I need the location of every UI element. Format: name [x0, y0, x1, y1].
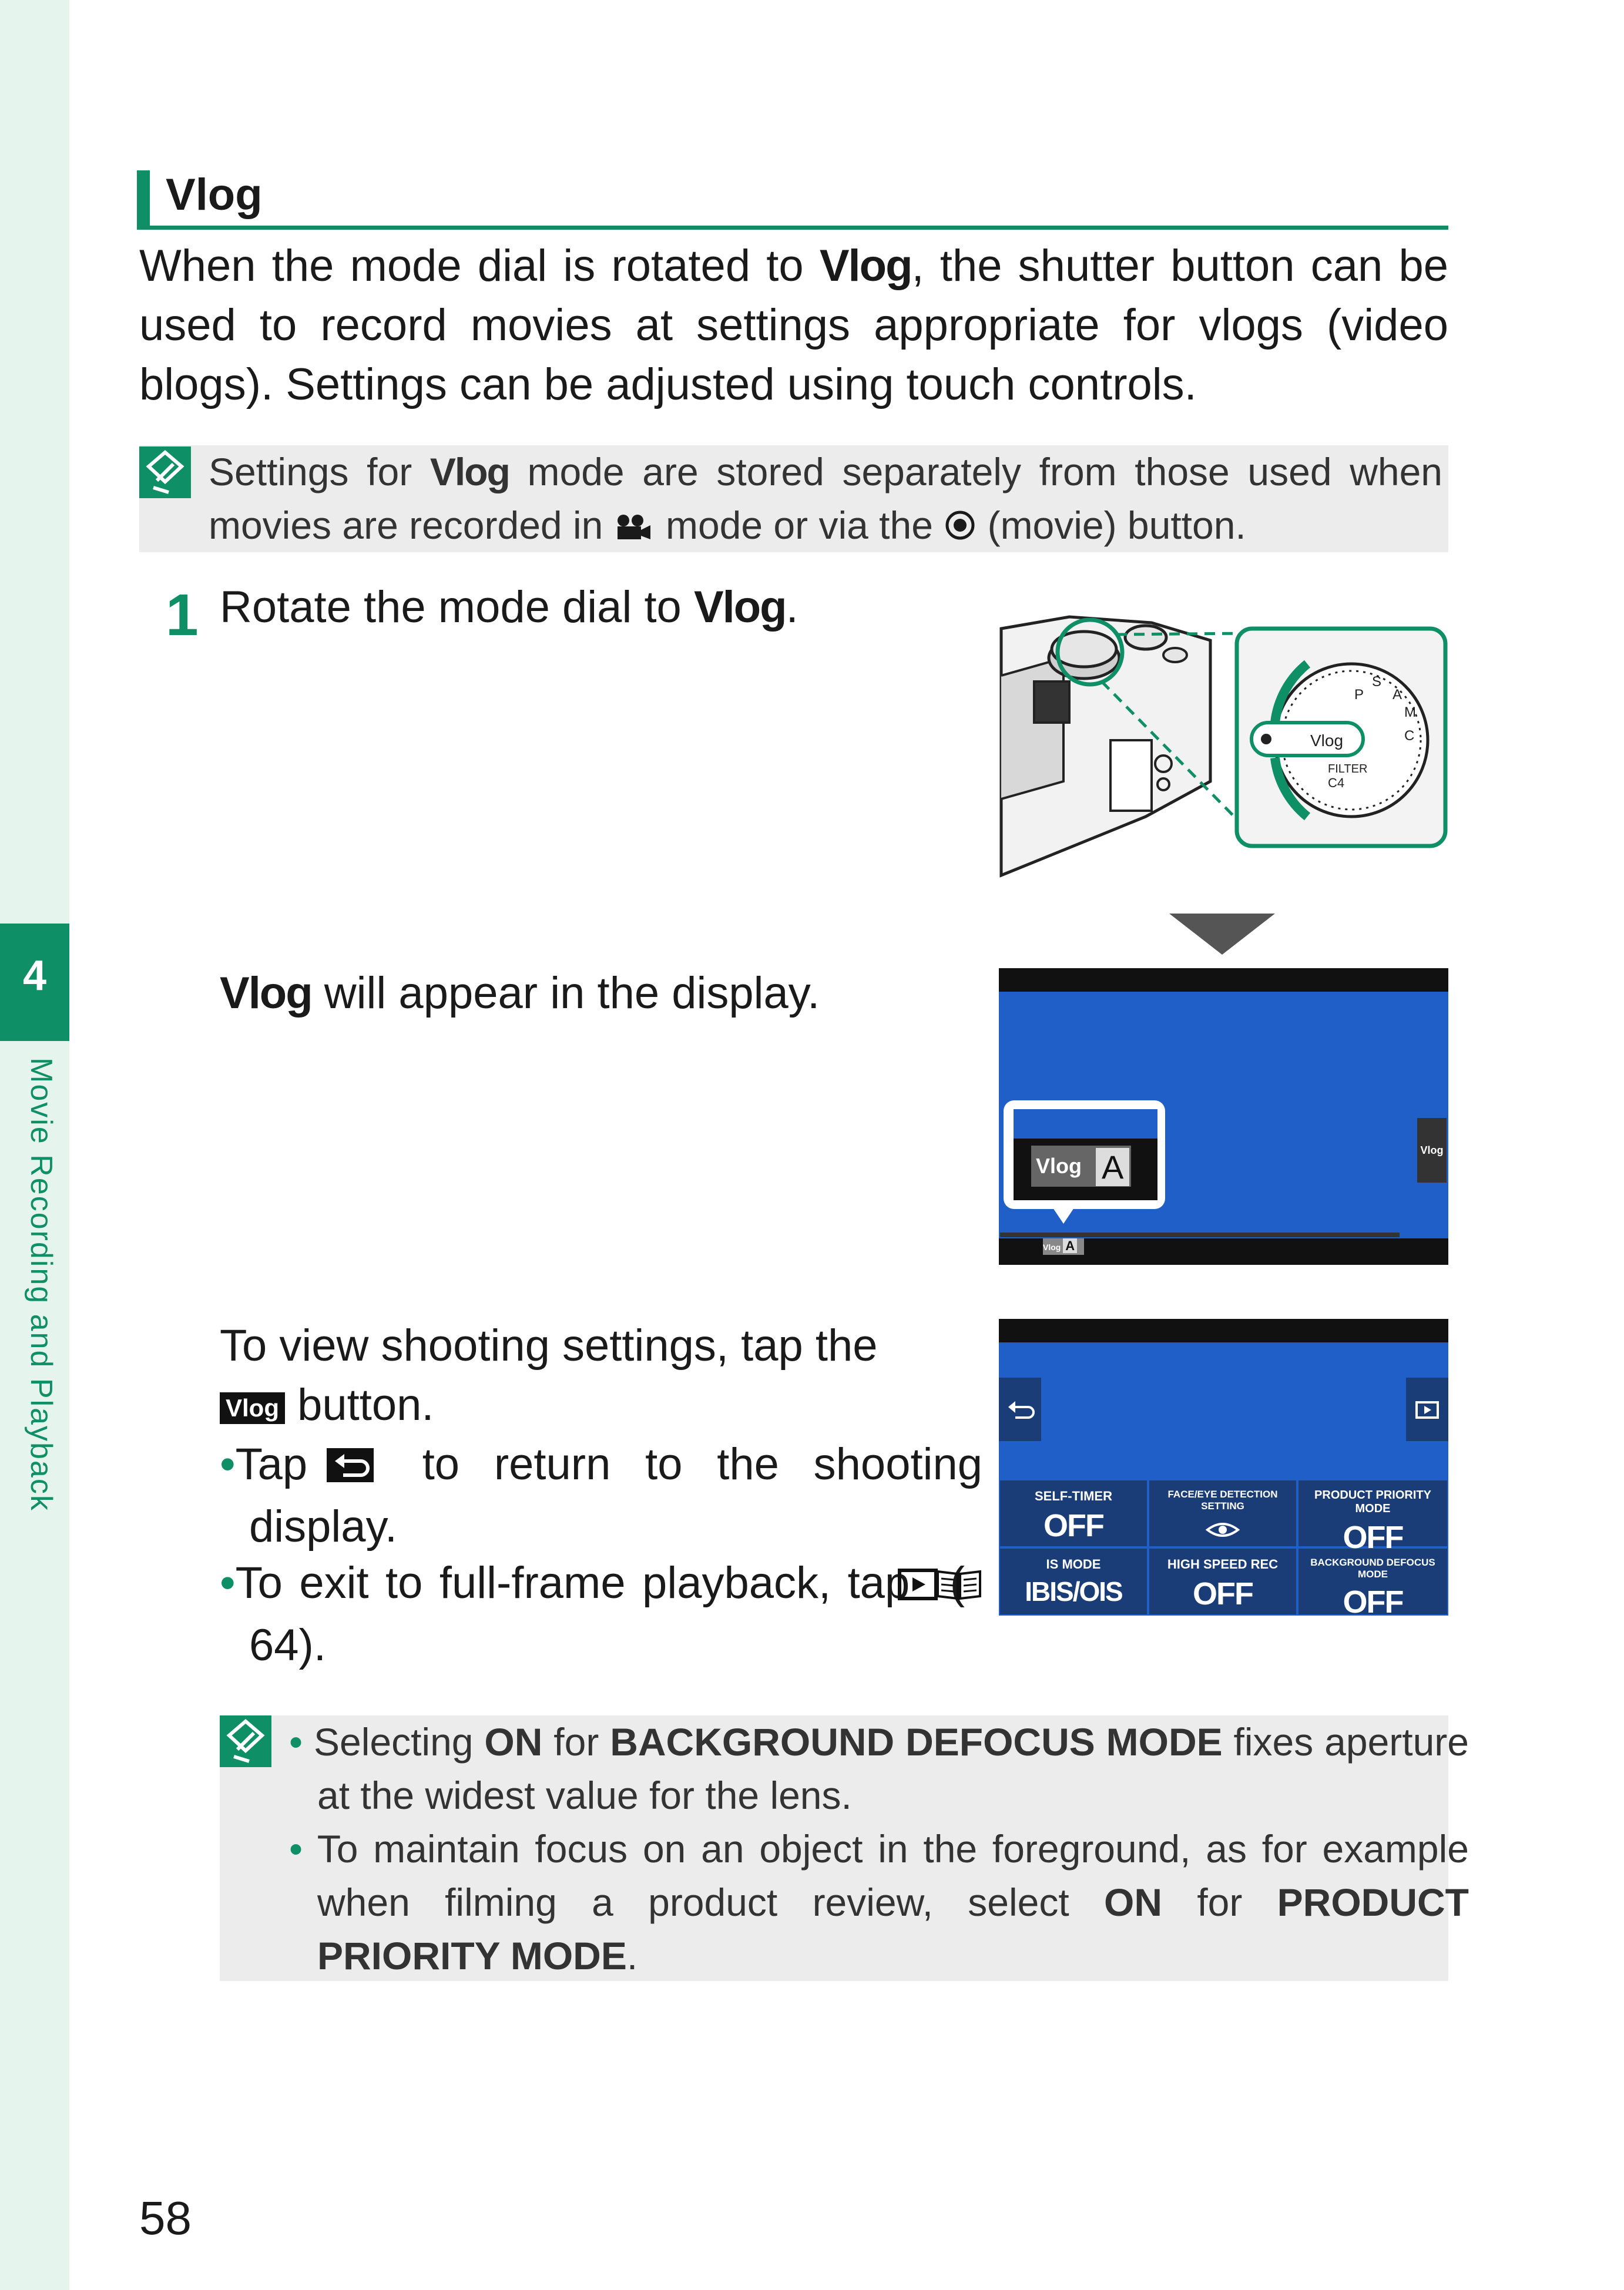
callout-mode-letter: A [1096, 1148, 1130, 1186]
vlog-word: Vlog [819, 241, 913, 291]
record-button-icon [944, 502, 977, 555]
vlog-button-icon: Vlog [220, 1392, 285, 1424]
tile-title: FACE/EYE DETECTION SETTING [1167, 1489, 1278, 1512]
view-button-word: button. [285, 1380, 434, 1430]
intro-paragraph: When the mode dial is rotated to Vlog, t… [139, 236, 1448, 414]
bullet-1-part-a: Tap [235, 1439, 308, 1489]
tile-value: IBIS/OIS [1025, 1576, 1123, 1607]
tile-is-mode[interactable]: IS MODE IBIS/OIS [1000, 1549, 1147, 1614]
note-2-b2-part3: . [626, 1934, 638, 1977]
header-rule [137, 226, 1448, 230]
note-2-b1-on: ON [484, 1720, 543, 1764]
note-box-1: Settings for Vlog mode are stored separa… [139, 445, 1448, 552]
note-2-b1-part1: Selecting [314, 1720, 485, 1764]
step-1-part2: . [786, 582, 798, 632]
small-vlog-text: Vlog [1043, 1243, 1061, 1252]
note-2-b1-part2: for [542, 1720, 610, 1764]
back-icon [326, 1438, 374, 1497]
small-vlog-badge: Vlog A [1043, 1238, 1084, 1255]
note-icon [220, 1715, 271, 1767]
book-icon [937, 1556, 982, 1616]
display-bottom-bar [1000, 1233, 1400, 1237]
note-1-text: Settings for Vlog mode are stored separa… [209, 445, 1442, 555]
movie-mode-icon [614, 502, 655, 555]
vlog-word: Vlog [693, 582, 787, 632]
note-icon [139, 446, 191, 498]
tile-value: OFF [1193, 1576, 1254, 1611]
small-mode-letter: A [1063, 1238, 1078, 1253]
note-1-part4: (movie) button. [977, 503, 1246, 547]
page-number: 58 [139, 2192, 192, 2244]
camera-dial-illustration: Vlog P S A M C C4 FILTER [999, 605, 1451, 887]
svg-text:FILTER: FILTER [1328, 763, 1367, 775]
svg-text:C4: C4 [1328, 775, 1344, 790]
settings-screen: SELF-TIMER OFF FACE/EYE DETECTION SETTING… [999, 1319, 1448, 1620]
intro-text-1: When the mode dial is rotated to [139, 241, 820, 291]
svg-text:P: P [1354, 687, 1364, 703]
vlog-side-button[interactable]: Vlog [1417, 1118, 1447, 1183]
tile-title: HIGH SPEED REC [1167, 1557, 1279, 1572]
svg-text:M: M [1404, 704, 1416, 720]
callout-vlog-text: Vlog [1036, 1154, 1082, 1178]
note-1-part1: Settings for [209, 450, 430, 493]
tile-background-defocus-mode[interactable]: BACKGROUND DEFOCUS MODE OFF [1298, 1549, 1447, 1620]
vlog-word: Vlog [220, 968, 313, 1018]
tile-value: OFF [1343, 1584, 1404, 1620]
playback-button[interactable] [1406, 1378, 1448, 1441]
tile-title: BACKGROUND DEFOCUS MODE [1310, 1557, 1435, 1580]
note-2-bullet-2: • To maintain focus on an object in the … [289, 1827, 1469, 1977]
note-2-bullet-1: • Selecting ON for BACKGROUND DEFOCUS MO… [289, 1720, 1469, 1817]
note-box-2: • Selecting ON for BACKGROUND DEFOCUS MO… [220, 1715, 1469, 1981]
bullet-2-part-a: To exit to full-frame playback, tap [235, 1558, 910, 1608]
step-number: 1 [166, 582, 199, 648]
back-button[interactable] [999, 1378, 1041, 1441]
svg-text:S: S [1372, 674, 1381, 690]
header-accent-bar [137, 170, 150, 229]
note-2-b2-part2: for [1162, 1881, 1277, 1924]
note-1-part3: mode or via the [655, 503, 944, 547]
note-2-b1-mode: BACKGROUND DEFOCUS MODE [610, 1720, 1223, 1764]
view-settings-text: To view shooting settings, tap the Vlog … [220, 1316, 982, 1435]
tile-product-priority-mode[interactable]: PRODUCT PRIORITY MODE OFF [1298, 1480, 1447, 1555]
view-line: To view shooting settings, tap the [220, 1321, 878, 1371]
bullet-2: •To exit to full-frame playback, tap ( 6… [220, 1553, 982, 1675]
appear-sentence: will appear in the display. [311, 968, 820, 1018]
chapter-label: Movie Recording and Playback [24, 1057, 58, 1512]
step-1-text: Rotate the mode dial to Vlog. [220, 582, 798, 633]
svg-text:A: A [1393, 687, 1402, 703]
tile-title: PRODUCT PRIORITY MODE [1314, 1489, 1431, 1515]
display-screen: Vlog Vlog A Vlog A [999, 968, 1448, 1265]
down-arrow-icon [1169, 914, 1275, 955]
tile-high-speed-rec[interactable]: HIGH SPEED REC OFF [1149, 1549, 1296, 1614]
step-1-part1: Rotate the mode dial to [220, 582, 694, 632]
note-2-b2-on: ON [1104, 1881, 1163, 1924]
tile-self-timer[interactable]: SELF-TIMER OFF [1000, 1480, 1147, 1546]
tile-title: SELF-TIMER [1035, 1489, 1112, 1503]
tile-value: OFF [1043, 1508, 1105, 1543]
callout-vlog-badge: Vlog A [1031, 1146, 1131, 1187]
bullet-2-part-b: 64). [249, 1620, 326, 1671]
callout-pointer [1052, 1206, 1075, 1224]
svg-text:C: C [1404, 728, 1414, 744]
tile-title: IS MODE [1046, 1557, 1101, 1572]
tile-face-eye-detection[interactable]: FACE/EYE DETECTION SETTING [1149, 1480, 1296, 1546]
bullet-1: •Tap to return to the shooting display. [220, 1435, 982, 1556]
vlog-word: Vlog [430, 450, 511, 493]
eye-detection-icon [1149, 1518, 1296, 1544]
appear-text: Vlog will appear in the display. [220, 963, 820, 1023]
section-title: Vlog [166, 170, 263, 220]
chapter-number: 4 [22, 952, 47, 999]
dial-label-vlog: Vlog [1310, 731, 1343, 750]
